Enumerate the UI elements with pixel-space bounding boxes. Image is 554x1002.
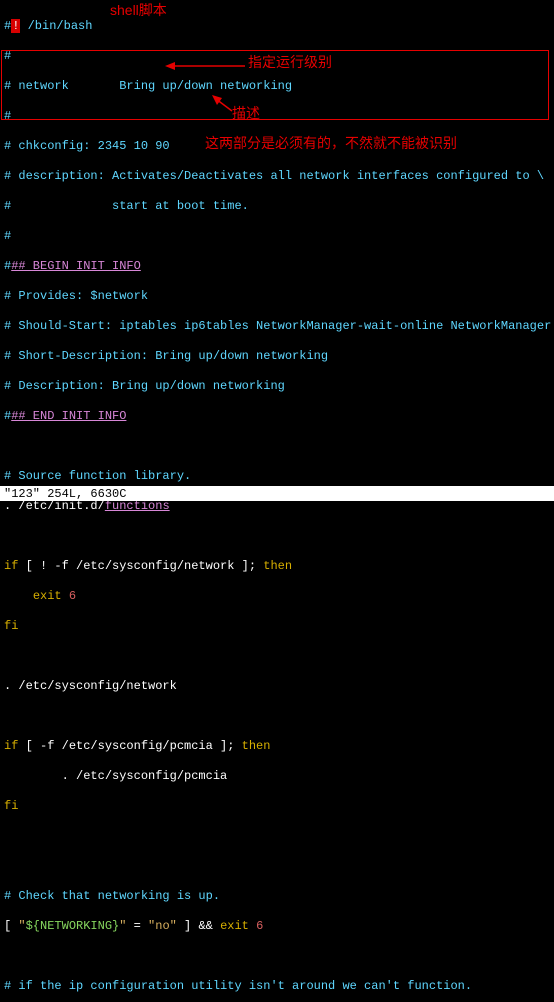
fi-keyword: fi (4, 799, 18, 813)
networking-var: ${NETWORKING} (26, 919, 120, 933)
then-keyword: then (263, 559, 292, 573)
comment-line: # (4, 109, 11, 123)
and-op: ] && (177, 919, 220, 933)
comment-line: # (4, 229, 11, 243)
no-string: "no" (148, 919, 177, 933)
exit-code: 6 (69, 589, 76, 603)
blank-line (4, 529, 554, 544)
annotation-description: 描述 (232, 106, 260, 121)
indent (4, 589, 33, 603)
blank-line (4, 949, 554, 964)
fi-keyword: fi (4, 619, 18, 633)
test-expr: [ ! -f /etc/sysconfig/network ]; (18, 559, 263, 573)
equals: = (126, 919, 148, 933)
shebang-path: /bin/bash (20, 19, 92, 33)
description-line: # description: Activates/Deactivates all… (4, 169, 544, 183)
comment-line: # network Bring up/down networking (4, 79, 292, 93)
comment-line: # (4, 49, 11, 63)
if-keyword: if (4, 739, 18, 753)
blank-line (4, 829, 554, 844)
should-start-line: # Should-Start: iptables ip6tables Netwo… (4, 319, 551, 333)
annotation-shell-script: shell脚本 (110, 3, 167, 18)
description-cont: # start at boot time. (4, 199, 249, 213)
description-line: # Description: Bring up/down networking (4, 379, 285, 393)
space (249, 919, 256, 933)
blank-line (4, 439, 554, 454)
provides-line: # Provides: $network (4, 289, 148, 303)
source-pcmcia: . /etc/sysconfig/pcmcia (4, 769, 227, 783)
blank-line (4, 709, 554, 724)
blank-line (4, 649, 554, 664)
vim-status-line: "123" 254L, 6630C (0, 486, 554, 501)
exit-keyword: exit (33, 589, 62, 603)
comment-line: # Source function library. (4, 469, 191, 483)
chkconfig-line: # chkconfig: 2345 10 90 (4, 139, 170, 153)
blank-line (4, 859, 554, 874)
short-description-line: # Short-Description: Bring up/down netwo… (4, 349, 328, 363)
source-network: . /etc/sysconfig/network (4, 679, 177, 693)
space (62, 589, 69, 603)
if-keyword: if (4, 559, 18, 573)
end-init-info: ## END INIT INFO (11, 409, 126, 423)
comment-line: # Check that networking is up. (4, 889, 220, 903)
bracket: [ (4, 919, 18, 933)
then-keyword: then (242, 739, 271, 753)
comment-line: # if the ip configuration utility isn't … (4, 979, 472, 993)
quote: " (119, 919, 126, 933)
exit-code: 6 (256, 919, 263, 933)
test-expr: [ -f /etc/sysconfig/pcmcia ]; (18, 739, 241, 753)
annotation-required: 这两部分是必须有的，不然就不能被识别 (205, 136, 457, 151)
exit-keyword: exit (220, 919, 249, 933)
quote: " (18, 919, 25, 933)
begin-init-info: ## BEGIN INIT INFO (11, 259, 141, 273)
annotation-runlevel: 指定运行级别 (248, 55, 332, 70)
